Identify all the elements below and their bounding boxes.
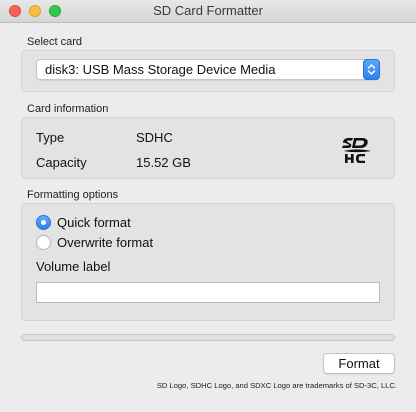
volume-label-input[interactable] [36, 282, 380, 303]
quick-format-label: Quick format [57, 215, 131, 230]
volume-label-caption: Volume label [36, 259, 111, 274]
type-label: Type [36, 130, 65, 145]
overwrite-format-label: Overwrite format [57, 235, 154, 250]
quick-format-radio[interactable] [36, 215, 51, 230]
select-card-box: disk3: USB Mass Storage Device Media [21, 50, 395, 92]
select-stepper-icon[interactable] [363, 59, 380, 80]
sdhc-logo-icon [342, 138, 371, 163]
type-value: SDHC [136, 130, 173, 145]
title-bar[interactable]: SD Card Formatter [0, 0, 416, 23]
formatting-options-label: Formatting options [27, 189, 119, 201]
card-select[interactable]: disk3: USB Mass Storage Device Media [36, 59, 380, 80]
card-info-label: Card information [27, 103, 109, 115]
capacity-value: 15.52 GB [136, 155, 191, 170]
format-button[interactable]: Format [323, 353, 395, 374]
trademark-note: SD Logo, SDHC Logo, and SDXC Logo are tr… [156, 381, 397, 390]
format-progress-bar [21, 334, 395, 341]
capacity-label: Capacity [36, 155, 87, 170]
window-title: SD Card Formatter [153, 3, 263, 18]
card-info-box: Type SDHC Capacity 15.52 GB [21, 117, 395, 179]
card-select-value: disk3: USB Mass Storage Device Media [45, 62, 276, 77]
app-window: SD Card Formatter Select card disk3: USB… [0, 0, 416, 412]
select-card-label: Select card [27, 36, 83, 48]
formatting-options-box: Quick format Overwrite format Volume lab… [21, 203, 395, 321]
overwrite-format-radio[interactable] [36, 235, 51, 250]
